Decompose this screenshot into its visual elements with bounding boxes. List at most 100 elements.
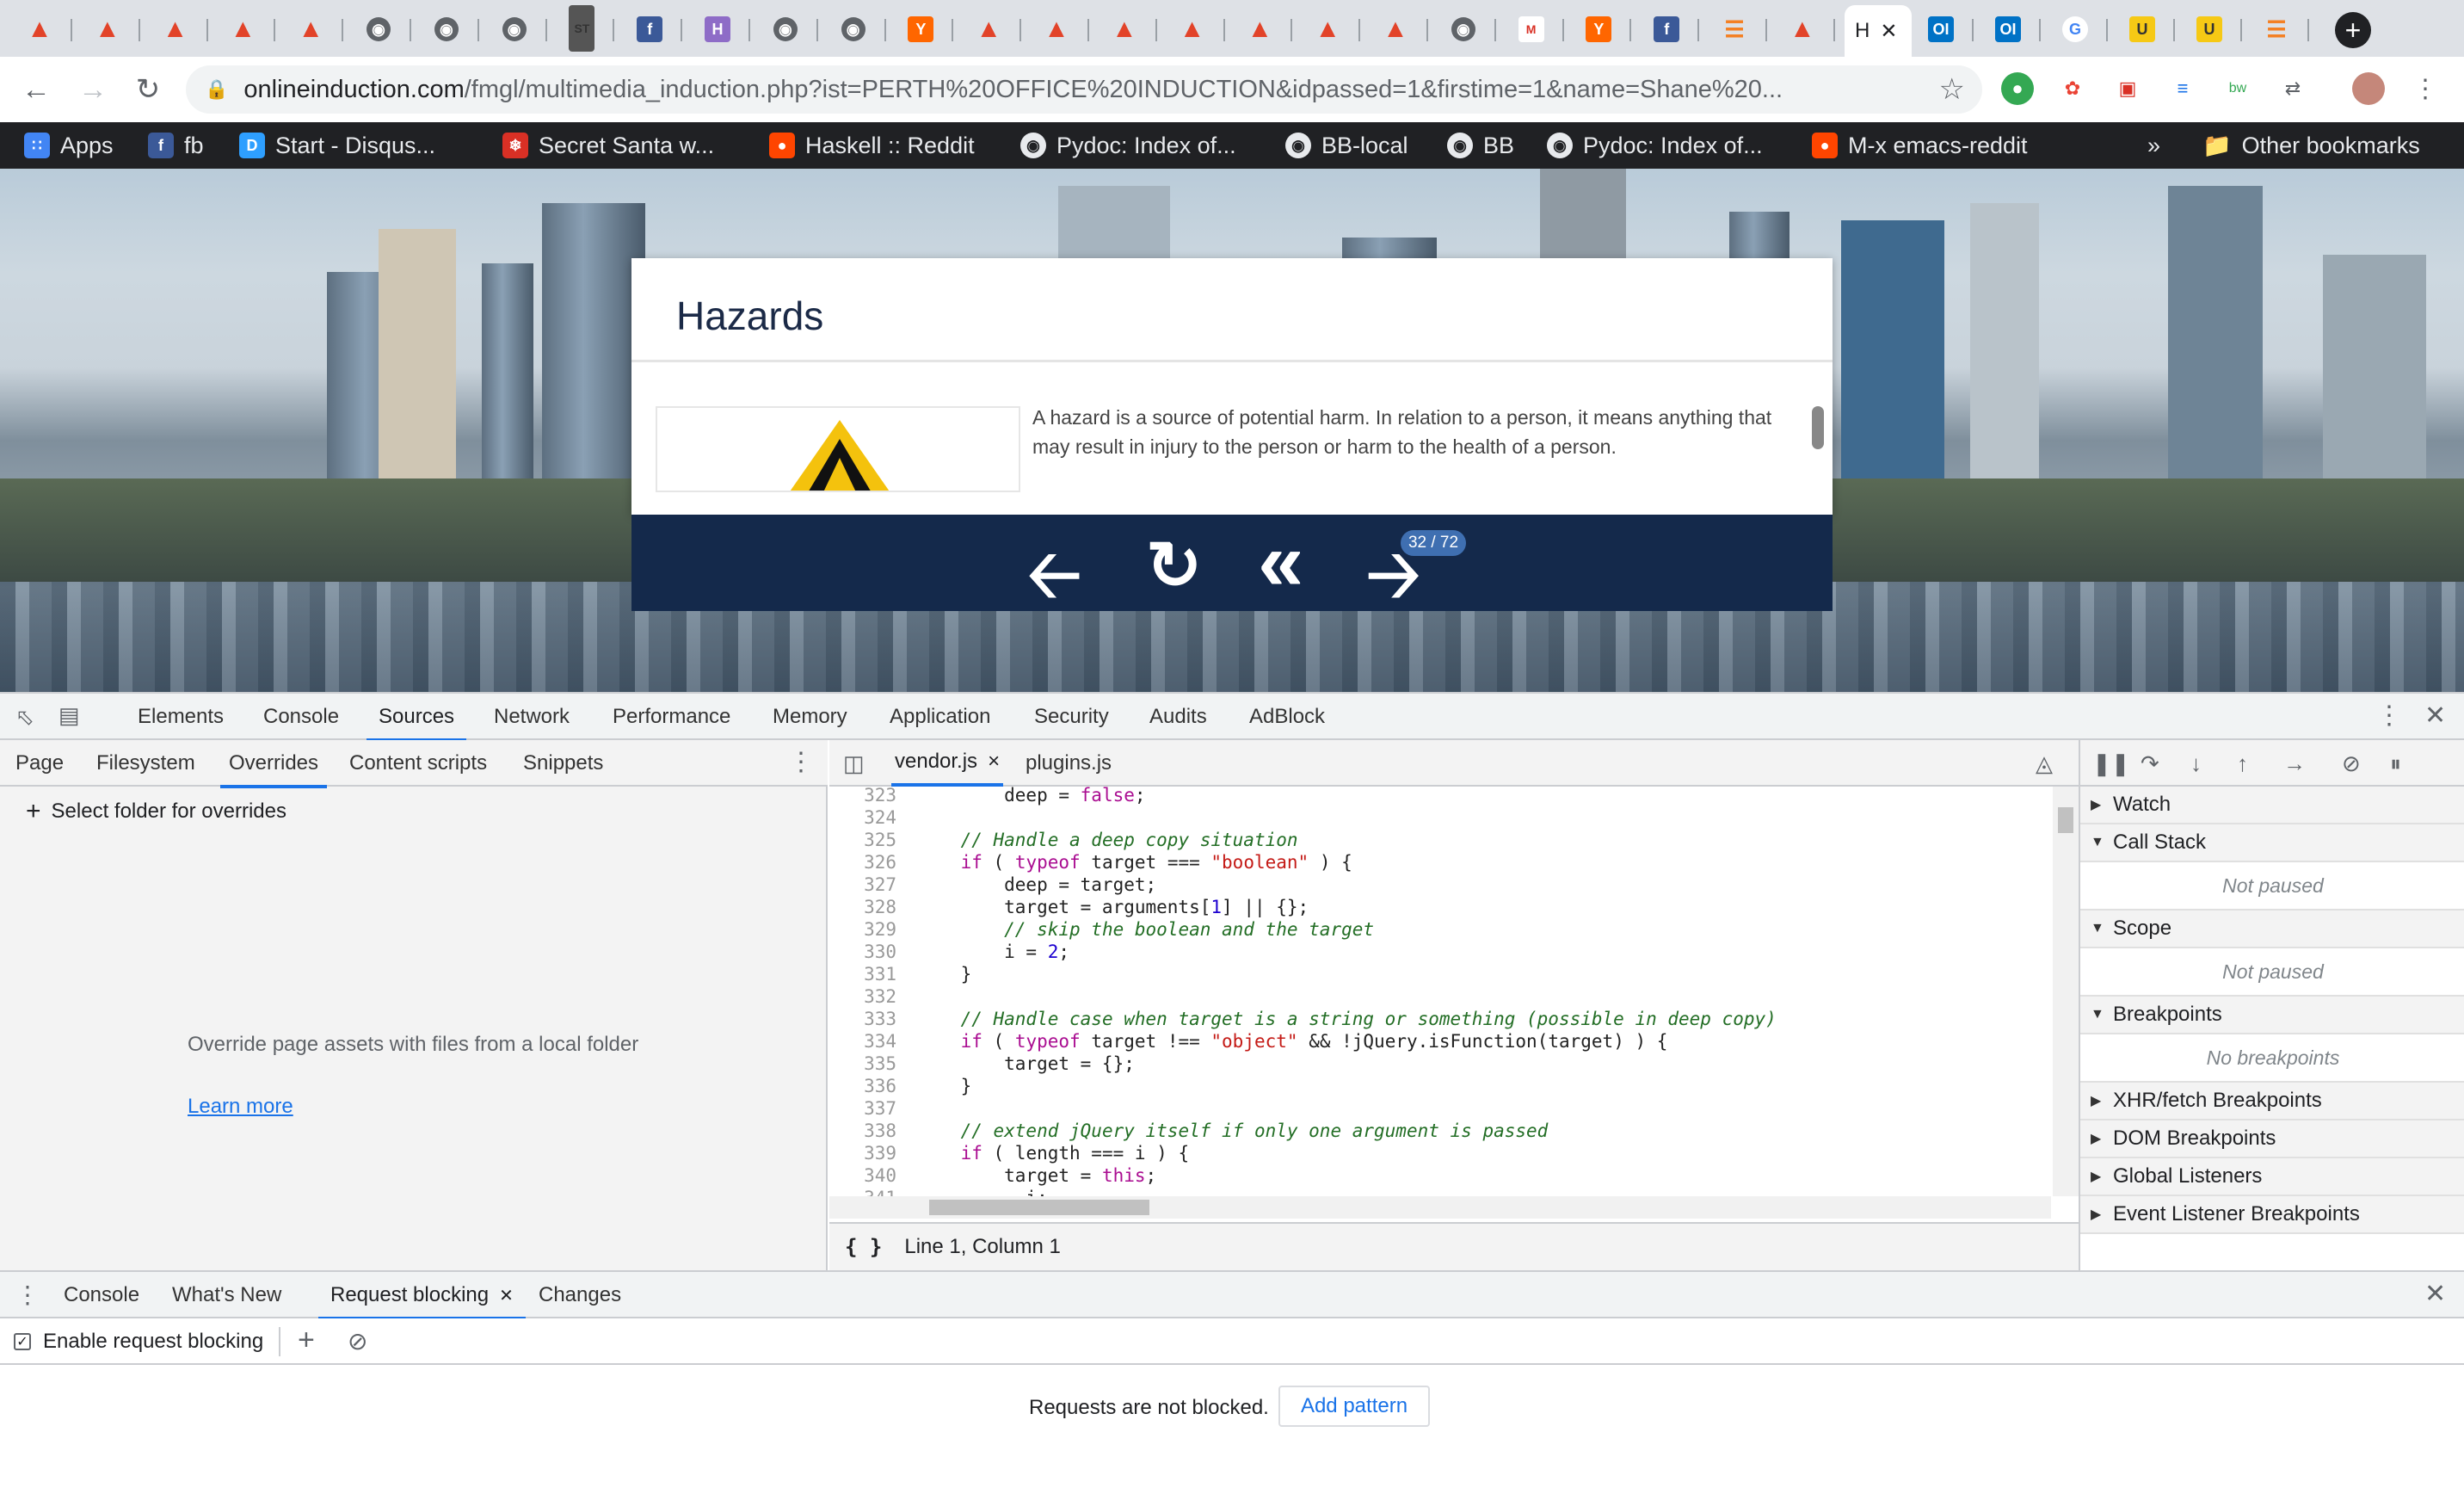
drawer-tab-what-s-new[interactable]: What's New [172,1272,281,1318]
browser-tab[interactable]: ▲ [7,5,72,53]
section-global-listeners[interactable]: ▶ Global Listeners [2080,1158,2464,1196]
address-bar[interactable]: 🔒 onlineinduction.com/fmgl/multimedia_in… [186,65,1982,114]
navigator-tab-page[interactable]: Page [15,740,64,787]
browser-tab[interactable]: M [1499,5,1564,53]
devtools-tab-memory[interactable]: Memory [773,694,847,740]
active-tab[interactable]: H ✕ [1845,5,1912,57]
bookmark-item[interactable]: ● Haskell :: Reddit [769,122,975,169]
inspect-element-icon[interactable]: ⬁ [15,704,34,731]
pretty-print-icon[interactable]: { } [845,1235,882,1259]
chevron-right-icon[interactable]: » [2147,133,2160,159]
add-pattern-button[interactable]: Add pattern [1278,1386,1430,1427]
devtools-tab-network[interactable]: Network [494,694,570,740]
other-bookmarks[interactable]: 📁 Other bookmarks [2202,122,2420,169]
device-toolbar-icon[interactable]: ▤ [59,702,80,729]
browser-tab[interactable]: ◉ [821,5,886,53]
deactivate-breakpoints-icon[interactable]: ⊘ [2342,750,2361,777]
browser-tab[interactable]: ▲ [75,5,140,53]
browser-tab[interactable]: ST [549,5,615,53]
browser-tab[interactable]: OI [1975,5,2041,53]
bookmark-item[interactable]: ∷ Apps [24,122,114,169]
browser-tab[interactable]: ▲ [956,5,1022,53]
drawer-tab-changes[interactable]: Changes [539,1272,621,1318]
step-into-icon[interactable]: ↓ [2190,750,2202,777]
extension-color-icon[interactable]: ✿ [2056,72,2089,105]
bookmark-item[interactable]: f fb [148,122,204,169]
scroll-thumb[interactable] [2058,807,2073,833]
content-scrollbar[interactable] [1812,406,1824,449]
url-text[interactable]: onlineinduction.com/fmgl/multimedia_indu… [243,76,1930,104]
bookmark-item[interactable]: ◉ BB [1447,122,1514,169]
scroll-thumb[interactable] [929,1200,1149,1215]
enable-request-blocking[interactable]: ✓ Enable request blocking [14,1318,263,1365]
add-pattern-plus-icon[interactable]: + [298,1324,315,1357]
browser-tab[interactable]: H [685,5,750,53]
extension-bw-icon[interactable]: bw [2221,72,2254,105]
close-devtools-icon[interactable]: ✕ [2424,701,2446,731]
browser-tab[interactable]: ▲ [1024,5,1089,53]
browser-tab[interactable]: ☰ [2244,5,2309,53]
back-arrow-icon[interactable]: ← [17,71,55,108]
menu-dots-icon[interactable]: ⋮ [2409,72,2442,105]
devtools-tab-adblock[interactable]: AdBlock [1249,694,1325,740]
navigator-tab-content-scripts[interactable]: Content scripts [349,740,487,787]
drawer-menu-icon[interactable]: ⋮ [15,1281,40,1309]
bookmark-item[interactable]: ❄ Secret Santa w... [502,122,714,169]
pause-icon[interactable]: ❚❚ [2092,750,2130,777]
devtools-tab-security[interactable]: Security [1034,694,1109,740]
bookmark-star-icon[interactable]: ☆ [1939,72,1965,107]
first-slide-icon[interactable]: « [1258,515,1303,609]
horizontal-scrollbar[interactable] [829,1196,2051,1219]
toggle-navigator-icon[interactable]: ◫ [843,750,865,777]
vertical-scrollbar[interactable] [2053,787,2079,1196]
section-dom-breakpoints[interactable]: ▶ DOM Breakpoints [2080,1120,2464,1158]
toggle-debugger-icon[interactable]: ◬ [2036,750,2053,777]
browser-tab[interactable]: OI [1908,5,1974,53]
section-call-stack[interactable]: ▼ Call Stack [2080,824,2464,862]
navigator-menu-icon[interactable]: ⋮ [788,747,814,777]
browser-tab[interactable]: U [2177,5,2242,53]
bookmarks-overflow[interactable]: » [2147,122,2160,169]
browser-tab[interactable]: f [1634,5,1700,53]
browser-tab[interactable]: ◉ [1431,5,1496,53]
checkbox-checked-icon[interactable]: ✓ [14,1333,31,1350]
browser-tab[interactable]: ▲ [1363,5,1428,53]
section-breakpoints[interactable]: ▼ Breakpoints [2080,997,2464,1034]
browser-tab[interactable]: ◉ [753,5,818,53]
step-out-icon[interactable]: ↑ [2237,750,2248,777]
close-drawer-icon[interactable]: ✕ [2424,1279,2446,1309]
devtools-tab-application[interactable]: Application [890,694,990,740]
browser-tab[interactable]: ▲ [143,5,208,53]
section-xhr-fetch-breakpoints[interactable]: ▶ XHR/fetch Breakpoints [2080,1083,2464,1120]
browser-tab[interactable]: ▲ [1227,5,1293,53]
devtools-tab-performance[interactable]: Performance [613,694,730,740]
drawer-tab-request-blocking[interactable]: Request blocking ✕ [318,1272,526,1320]
step-icon[interactable]: → [2283,750,2306,777]
browser-tab[interactable]: G [2042,5,2108,53]
devtools-tab-audits[interactable]: Audits [1149,694,1207,740]
section-watch[interactable]: ▶ Watch [2080,787,2464,824]
code-area[interactable]: 323 deep = false; 324 325 // Handle a deep… [829,787,2051,1203]
extension-briefcase-icon[interactable]: ▣ [2111,72,2144,105]
avatar[interactable] [2352,72,2385,105]
browser-tab[interactable]: Y [1566,5,1632,53]
back-arrow-icon[interactable]: 🡠 [1027,527,1081,640]
bookmark-item[interactable]: ◉ BB-local [1285,122,1408,169]
navigator-tab-snippets[interactable]: Snippets [523,740,603,787]
browser-tab[interactable]: ▲ [1770,5,1835,53]
bookmark-item[interactable]: ● M-x emacs-reddit [1812,122,2028,169]
browser-tab[interactable]: f [617,5,683,53]
browser-tab[interactable]: U [2110,5,2175,53]
learn-more-link[interactable]: Learn more [188,1095,293,1119]
remove-all-patterns-icon[interactable]: ⊘ [348,1327,367,1355]
close-tab-icon[interactable]: ✕ [1880,19,1897,44]
section-event-listener-breakpoints[interactable]: ▶ Event Listener Breakpoints [2080,1196,2464,1234]
extension-lines-icon[interactable]: ≡ [2166,72,2199,105]
extension-green-icon[interactable]: ● [2001,72,2034,105]
reload-icon[interactable]: ↻ [129,71,167,108]
navigator-tab-filesystem[interactable]: Filesystem [96,740,195,787]
browser-tab[interactable]: ◉ [346,5,411,53]
bookmark-item[interactable]: D Start - Disqus... [239,122,435,169]
editor-tab-plugins[interactable]: plugins.js [1026,740,1112,787]
browser-tab[interactable]: ☰ [1702,5,1767,53]
